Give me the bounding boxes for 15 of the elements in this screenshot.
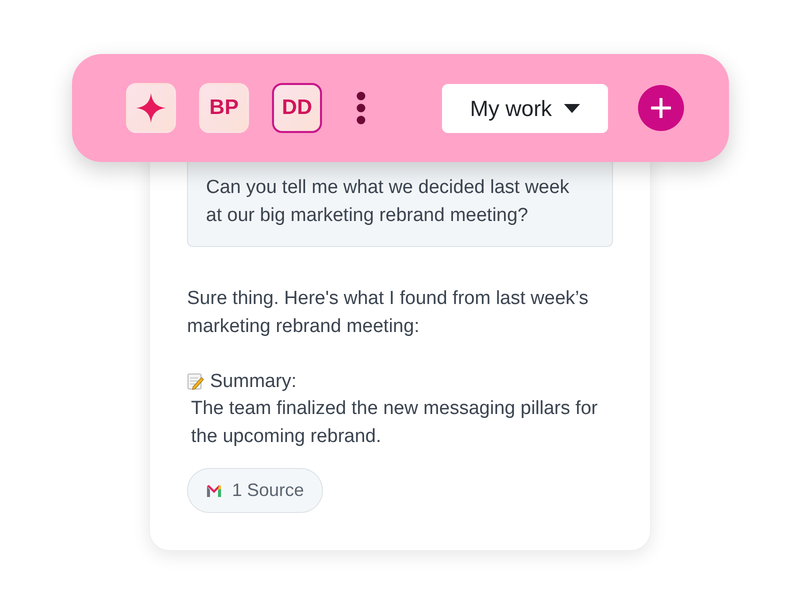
summary-text: The team finalized the new messaging pillars for the upcoming rebrand. [190, 397, 599, 448]
work-dropdown[interactable]: My work [442, 84, 608, 132]
add-button[interactable] [638, 85, 684, 131]
m-logo-icon [206, 484, 222, 497]
plus-icon [651, 98, 671, 118]
sparkle-button[interactable] [126, 83, 176, 133]
more-menu-icon[interactable] [355, 91, 367, 125]
memo-pencil-icon [187, 372, 204, 390]
sparkle-icon [136, 93, 166, 123]
source-chip[interactable]: 1 Source [187, 468, 324, 513]
avatar-tab[interactable]: DD [272, 83, 322, 133]
answer-text: Sure thing. Here's what I found from last week’s marketing rebrand meeting: [187, 287, 590, 338]
avatar-tab[interactable]: BP [199, 83, 249, 133]
caret-down-icon [564, 104, 580, 112]
summary-heading: Summary: [210, 370, 297, 394]
